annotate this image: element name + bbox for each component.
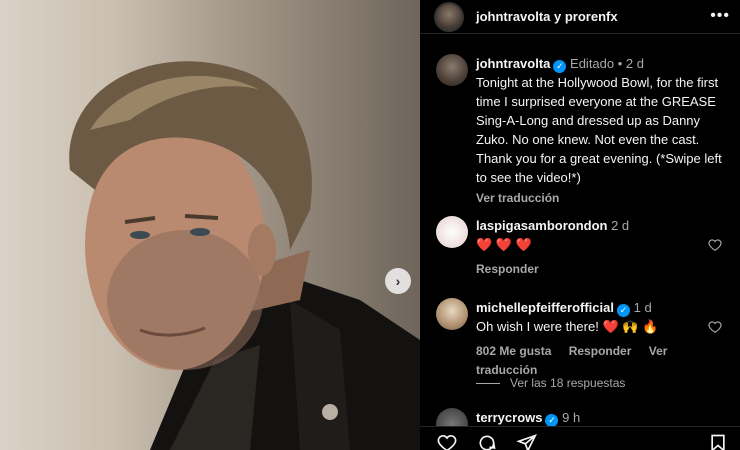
- portrait-illustration: [69, 61, 420, 450]
- comment-likes[interactable]: 802 Me gusta: [476, 344, 551, 358]
- reply-button[interactable]: Responder: [569, 344, 632, 358]
- comment-content: terrycrows ✓ 9 h: [476, 408, 726, 426]
- caption-username[interactable]: johntravolta: [476, 56, 550, 71]
- save-icon[interactable]: [708, 433, 728, 450]
- comment-username[interactable]: michellepfeifferofficial: [476, 300, 614, 315]
- verified-badge-icon: ✓: [616, 304, 630, 317]
- post-viewer: › johntravolta y prorenfx ••• johntravol…: [0, 0, 740, 450]
- verified-badge-icon: ✓: [545, 414, 559, 426]
- comment-username[interactable]: terrycrows: [476, 410, 542, 425]
- more-horizontal-icon[interactable]: •••: [710, 7, 730, 25]
- action-bar: [420, 426, 740, 450]
- post-header-title[interactable]: johntravolta y prorenfx: [476, 9, 618, 24]
- post-header: johntravolta y prorenfx •••: [420, 0, 740, 34]
- comment-text: Oh wish I were there! ❤️ 🙌 🔥: [476, 319, 659, 334]
- see-translation-link[interactable]: Ver traducción: [476, 191, 559, 205]
- post-photo[interactable]: ›: [0, 0, 420, 450]
- view-replies-label: Ver las 18 respuestas: [510, 376, 626, 390]
- caption-text: Tonight at the Hollywood Bowl, for the f…: [476, 75, 722, 185]
- like-icon[interactable]: [436, 433, 458, 450]
- next-arrow-icon[interactable]: ›: [385, 268, 411, 294]
- replies-divider: [476, 382, 500, 384]
- caption-meta: Editado • 2 d: [570, 56, 644, 71]
- like-comment-icon[interactable]: [708, 238, 722, 252]
- post-details-panel: johntravolta y prorenfx ••• johntravolta…: [420, 0, 740, 450]
- comment-icon[interactable]: [476, 433, 498, 450]
- caption-row: johntravolta ✓ Editado • 2 d Tonight at t…: [420, 54, 740, 208]
- comment-row: michellepfeifferofficial ✓ 1 d Oh wish I …: [420, 298, 740, 380]
- like-comment-icon[interactable]: [708, 320, 722, 334]
- avatar[interactable]: [436, 408, 468, 426]
- comment-username[interactable]: laspigasamborondon: [476, 218, 607, 233]
- reply-button[interactable]: Responder: [476, 262, 539, 276]
- avatar[interactable]: [436, 298, 468, 330]
- verified-badge-icon: ✓: [553, 60, 567, 73]
- comment-time: 9 h: [562, 410, 581, 425]
- avatar[interactable]: [434, 1, 464, 32]
- comment-row: terrycrows ✓ 9 h: [420, 408, 740, 426]
- comments-feed[interactable]: johntravolta ✓ Editado • 2 d Tonight at t…: [420, 46, 740, 426]
- caption-content: johntravolta ✓ Editado • 2 d Tonight at t…: [476, 54, 726, 208]
- comment-time: 1 d: [633, 300, 652, 315]
- comment-content: michellepfeifferofficial ✓ 1 d Oh wish I …: [476, 298, 726, 380]
- view-replies-link[interactable]: Ver las 18 respuestas: [476, 376, 625, 390]
- comment-text: ❤️ ❤️ ❤️: [476, 237, 532, 252]
- comment-time: 2 d: [611, 218, 630, 233]
- comment-row: laspigasamborondon 2 d ❤️ ❤️ ❤️ Responde…: [420, 216, 740, 279]
- avatar[interactable]: [436, 54, 468, 86]
- share-icon[interactable]: [516, 433, 538, 450]
- comment-content: laspigasamborondon 2 d ❤️ ❤️ ❤️ Responde…: [476, 216, 726, 279]
- avatar[interactable]: [436, 216, 468, 248]
